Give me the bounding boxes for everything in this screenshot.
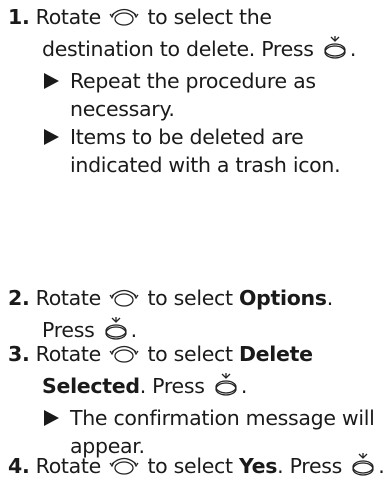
step-1-line-2: destination to delete. Press . — [8, 35, 384, 67]
step-1: 1. Rotate to select the destination to d… — [8, 3, 384, 179]
option-label-options: Options — [238, 286, 327, 310]
manual-page: { "step1": { "number": "1.", "text_a": "… — [0, 0, 387, 492]
dial-rotate-icon — [109, 455, 139, 484]
step-4: 4. Rotate to select Yes. Press . — [8, 452, 385, 484]
dial-rotate-icon — [109, 287, 139, 316]
option-label-yes: Yes — [238, 454, 278, 478]
note-arrow-icon — [44, 410, 59, 426]
dial-press-icon — [213, 373, 239, 404]
step-1-note-1: Repeat the procedure as necessary. — [8, 67, 384, 123]
note-arrow-icon — [44, 129, 59, 145]
option-label-selected: Selected — [42, 374, 140, 398]
step-4-line-1: 4. Rotate to select Yes. Press . — [8, 452, 385, 484]
step-number: 1. — [8, 5, 30, 29]
dial-press-icon — [350, 453, 376, 484]
step-number: 4. — [8, 454, 30, 478]
step-number: 2. — [8, 286, 30, 310]
step-number: 3. — [8, 342, 30, 366]
step-2-line-1: 2. Rotate to select Options. — [8, 284, 384, 316]
dial-press-icon — [322, 36, 348, 67]
option-label-delete: Delete — [238, 342, 313, 366]
step-3-line-1: 3. Rotate to select Delete — [8, 340, 384, 372]
dial-rotate-icon — [109, 343, 139, 372]
step-3: 3. Rotate to select Delete Selected. Pre… — [8, 340, 384, 460]
step-1-note-2: Items to be deleted are indicated with a… — [8, 123, 384, 179]
step-2: 2. Rotate to select Options. Press . — [8, 284, 384, 348]
dial-rotate-icon — [109, 6, 139, 35]
step-1-line-1: 1. Rotate to select the — [8, 3, 384, 35]
note-arrow-icon — [44, 73, 59, 89]
step-3-line-2: Selected. Press . — [8, 372, 384, 404]
